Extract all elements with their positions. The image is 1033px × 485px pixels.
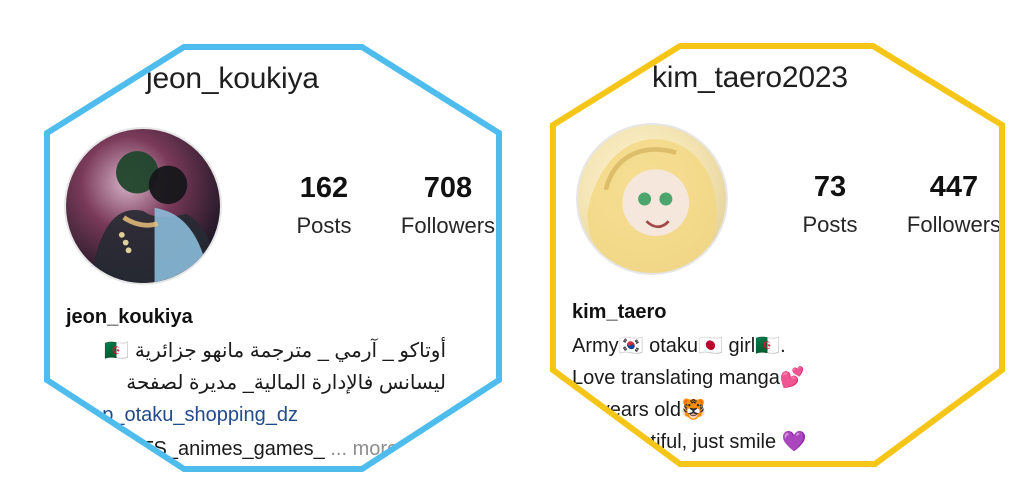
right-octagon-frame: [550, 43, 1005, 467]
profile-card-left: jeon_koukiya 162 Posts 708 Followers jeo…: [44, 44, 502, 472]
profile-card-right: kim_taero2023 73 Posts 447 Followers kim…: [550, 43, 1005, 467]
left-octagon-frame: [44, 44, 502, 472]
screenshot-stage: jeon_koukiya 162 Posts 708 Followers jeo…: [0, 0, 1033, 485]
